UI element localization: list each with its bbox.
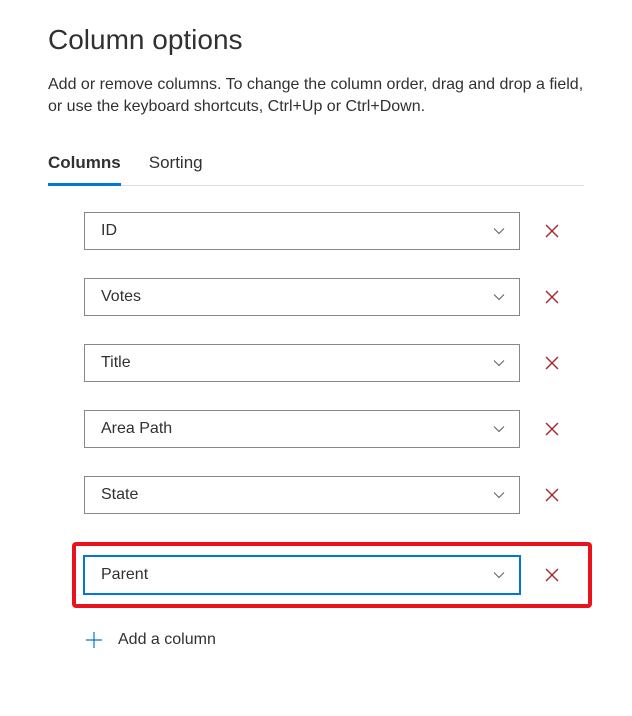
column-select-value: ID [101,222,117,240]
close-icon [544,567,560,583]
tabs: Columns Sorting [48,147,584,186]
close-icon [544,421,560,437]
column-row: Votes [84,278,584,316]
column-select-votes[interactable]: Votes [84,278,520,316]
columns-list: ID Votes Title [48,212,584,650]
remove-column-button[interactable] [534,345,570,381]
chevron-down-icon [491,421,507,437]
chevron-down-icon [491,223,507,239]
column-row: Area Path [84,410,584,448]
column-select-state[interactable]: State [84,476,520,514]
description-text: Add or remove columns. To change the col… [48,74,584,119]
close-icon [544,487,560,503]
remove-column-button[interactable] [534,477,570,513]
chevron-down-icon [491,567,507,583]
column-select-parent[interactable]: Parent [84,556,520,594]
column-select-value: Title [101,354,131,372]
remove-column-button[interactable] [534,213,570,249]
column-select-title[interactable]: Title [84,344,520,382]
plus-icon [84,630,104,650]
column-row: ID [84,212,584,250]
column-select-value: Area Path [101,420,172,438]
remove-column-button[interactable] [534,279,570,315]
close-icon [544,289,560,305]
chevron-down-icon [491,355,507,371]
add-column-label: Add a column [118,631,216,649]
remove-column-button[interactable] [534,557,570,593]
tab-columns[interactable]: Columns [48,147,121,186]
chevron-down-icon [491,289,507,305]
column-select-area-path[interactable]: Area Path [84,410,520,448]
column-select-value: State [101,486,138,504]
page-title: Column options [48,24,584,56]
close-icon [544,355,560,371]
highlighted-column-row: Parent [72,542,592,608]
add-column-button[interactable]: Add a column [84,630,584,650]
column-select-value: Votes [101,288,141,306]
column-select-value: Parent [101,566,148,584]
column-row: State [84,476,584,514]
column-row: Title [84,344,584,382]
chevron-down-icon [491,487,507,503]
tab-sorting[interactable]: Sorting [149,147,203,186]
close-icon [544,223,560,239]
remove-column-button[interactable] [534,411,570,447]
column-select-id[interactable]: ID [84,212,520,250]
column-options-panel: Column options Add or remove columns. To… [0,0,632,670]
